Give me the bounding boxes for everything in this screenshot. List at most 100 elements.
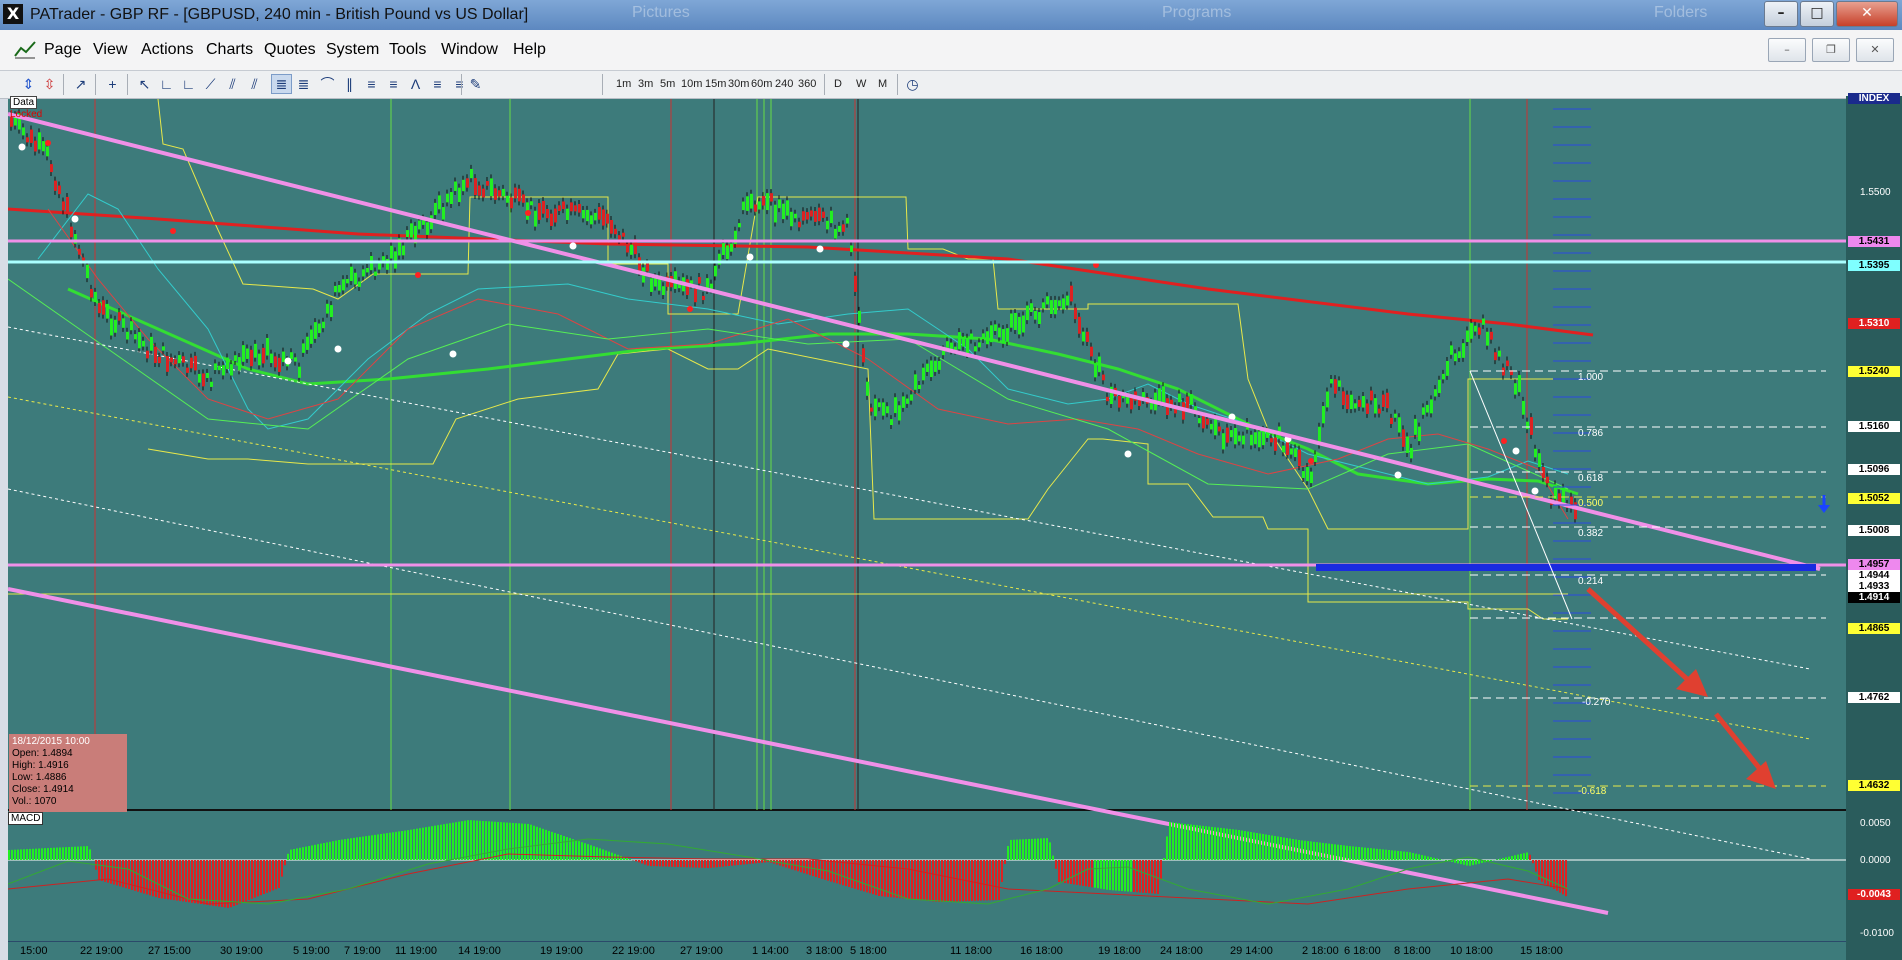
macd-bar <box>299 847 301 860</box>
macd-bar <box>956 860 958 902</box>
macd-bar <box>950 860 952 902</box>
menu-help[interactable]: Help <box>513 41 546 59</box>
candle-body <box>162 346 165 351</box>
clock-icon[interactable]: ◷ <box>903 75 922 93</box>
crosshair-icon[interactable]: + <box>103 75 122 93</box>
timeframe-30m[interactable]: 30m <box>728 78 749 90</box>
macd-bar <box>1400 851 1402 860</box>
macd-bar <box>455 822 457 860</box>
macd-bar <box>929 860 931 902</box>
trendline-icon[interactable]: ⟋ <box>201 75 220 93</box>
ohlc-high: High: 1.4916 <box>12 760 69 771</box>
candle-body <box>894 397 897 414</box>
timeframe-15m[interactable]: 15m <box>705 78 726 90</box>
candle-body <box>698 277 701 284</box>
chart-canvas[interactable] <box>8 99 1846 960</box>
candle-body <box>1442 373 1445 380</box>
timeframe-3m[interactable]: 3m <box>638 78 653 90</box>
candle-body <box>1282 445 1285 453</box>
macd-bar <box>17 849 19 860</box>
macd-bar <box>1250 832 1252 860</box>
mdi-restore-button[interactable]: ❐ <box>1812 38 1850 62</box>
fibonacci-icon[interactable]: ≣ <box>271 74 292 94</box>
macd-bar <box>752 860 754 864</box>
chart-icon[interactable]: ↗ <box>71 75 90 93</box>
macd-bar <box>269 860 271 892</box>
macd-bar <box>203 860 205 905</box>
scale-down-icon[interactable]: ⇳ <box>40 75 59 93</box>
candle-body <box>1034 310 1037 320</box>
menu-tools[interactable]: Tools <box>389 41 426 59</box>
pointer-icon[interactable]: ↖ <box>135 75 154 93</box>
period-daily[interactable]: D <box>834 78 842 90</box>
candle-body <box>1394 413 1397 418</box>
minimize-button[interactable]: – <box>1764 1 1798 27</box>
time-label: 8 18:00 <box>1394 945 1431 957</box>
menu-actions[interactable]: Actions <box>141 41 193 59</box>
candle-body <box>934 360 937 372</box>
macd-bar <box>242 860 244 903</box>
candle-body <box>158 356 161 364</box>
close-button[interactable]: ✕ <box>1836 1 1898 27</box>
macd-bar <box>218 860 220 907</box>
timeframe-1m[interactable]: 1m <box>616 78 631 90</box>
channel-icon[interactable]: ⫽ <box>223 75 242 93</box>
candle-body <box>1190 394 1193 405</box>
mdi-close-button[interactable]: ✕ <box>1856 38 1894 62</box>
time-label: 22 19:00 <box>612 945 655 957</box>
candle-body <box>1342 391 1345 406</box>
candle-body <box>50 164 53 173</box>
time-label: 19 18:00 <box>1098 945 1141 957</box>
period-monthly[interactable]: M <box>878 78 887 90</box>
pivot-dot <box>1394 471 1402 479</box>
app-icon[interactable]: X <box>3 4 23 24</box>
pitchfork-icon[interactable]: Λ <box>406 75 425 93</box>
gann-icon[interactable]: ≡ <box>384 75 403 93</box>
maximize-button[interactable]: □ <box>1800 1 1834 27</box>
candle-body <box>142 340 145 347</box>
fan-icon[interactable]: ⫽ <box>245 75 264 93</box>
speed-lines-icon[interactable]: ≡ <box>362 75 381 93</box>
macd-bar <box>1265 834 1267 860</box>
mdi-minimize-button[interactable]: – <box>1768 38 1806 62</box>
macd-bar <box>41 848 43 860</box>
period-weekly[interactable]: W <box>856 78 866 90</box>
fib-extension-icon[interactable]: ≣ <box>294 75 313 93</box>
time-axis[interactable] <box>8 942 1846 960</box>
fib-label: 1.000 <box>1578 372 1604 383</box>
macd-bar <box>1490 860 1492 861</box>
candle-body <box>250 349 253 367</box>
menu-system[interactable]: System <box>326 41 379 59</box>
timeframe-60m[interactable]: 60m <box>751 78 772 90</box>
candle-body <box>1178 393 1181 403</box>
candle-body <box>1218 426 1221 432</box>
vertical-line-icon[interactable]: ∟ <box>179 75 198 93</box>
cycle-icon[interactable]: ∥ <box>340 75 359 93</box>
macd-bar <box>1082 860 1084 886</box>
macd-bar <box>572 839 574 860</box>
timeframe-360[interactable]: 360 <box>798 78 816 90</box>
candle-body <box>1206 418 1209 425</box>
macd-bar <box>1376 848 1378 860</box>
macd-bar <box>320 843 322 860</box>
candle-body <box>1310 471 1313 484</box>
timeframe-240[interactable]: 240 <box>775 78 793 90</box>
menu-quotes[interactable]: Quotes <box>264 41 316 59</box>
scale-up-icon[interactable]: ⇕ <box>19 75 38 93</box>
menu-charts[interactable]: Charts <box>206 41 253 59</box>
horizontal-line-icon[interactable]: ∟ <box>157 75 176 93</box>
macd-bar <box>605 850 607 860</box>
menu-page[interactable]: Page <box>44 41 81 59</box>
timeframe-5m[interactable]: 5m <box>660 78 675 90</box>
arc-icon[interactable]: ⌒ <box>318 75 337 93</box>
candle-body <box>1006 328 1009 342</box>
levels-icon[interactable]: ≡ <box>428 75 447 93</box>
menu-view[interactable]: View <box>93 41 127 59</box>
draw-icon[interactable]: ✎ <box>466 75 485 93</box>
menu-window[interactable]: Window <box>441 41 498 59</box>
candle-body <box>474 178 477 196</box>
price-chart[interactable] <box>8 99 1902 960</box>
timeframe-10m[interactable]: 10m <box>681 78 702 90</box>
macd-bar <box>575 840 577 860</box>
macd-bar <box>656 860 658 867</box>
